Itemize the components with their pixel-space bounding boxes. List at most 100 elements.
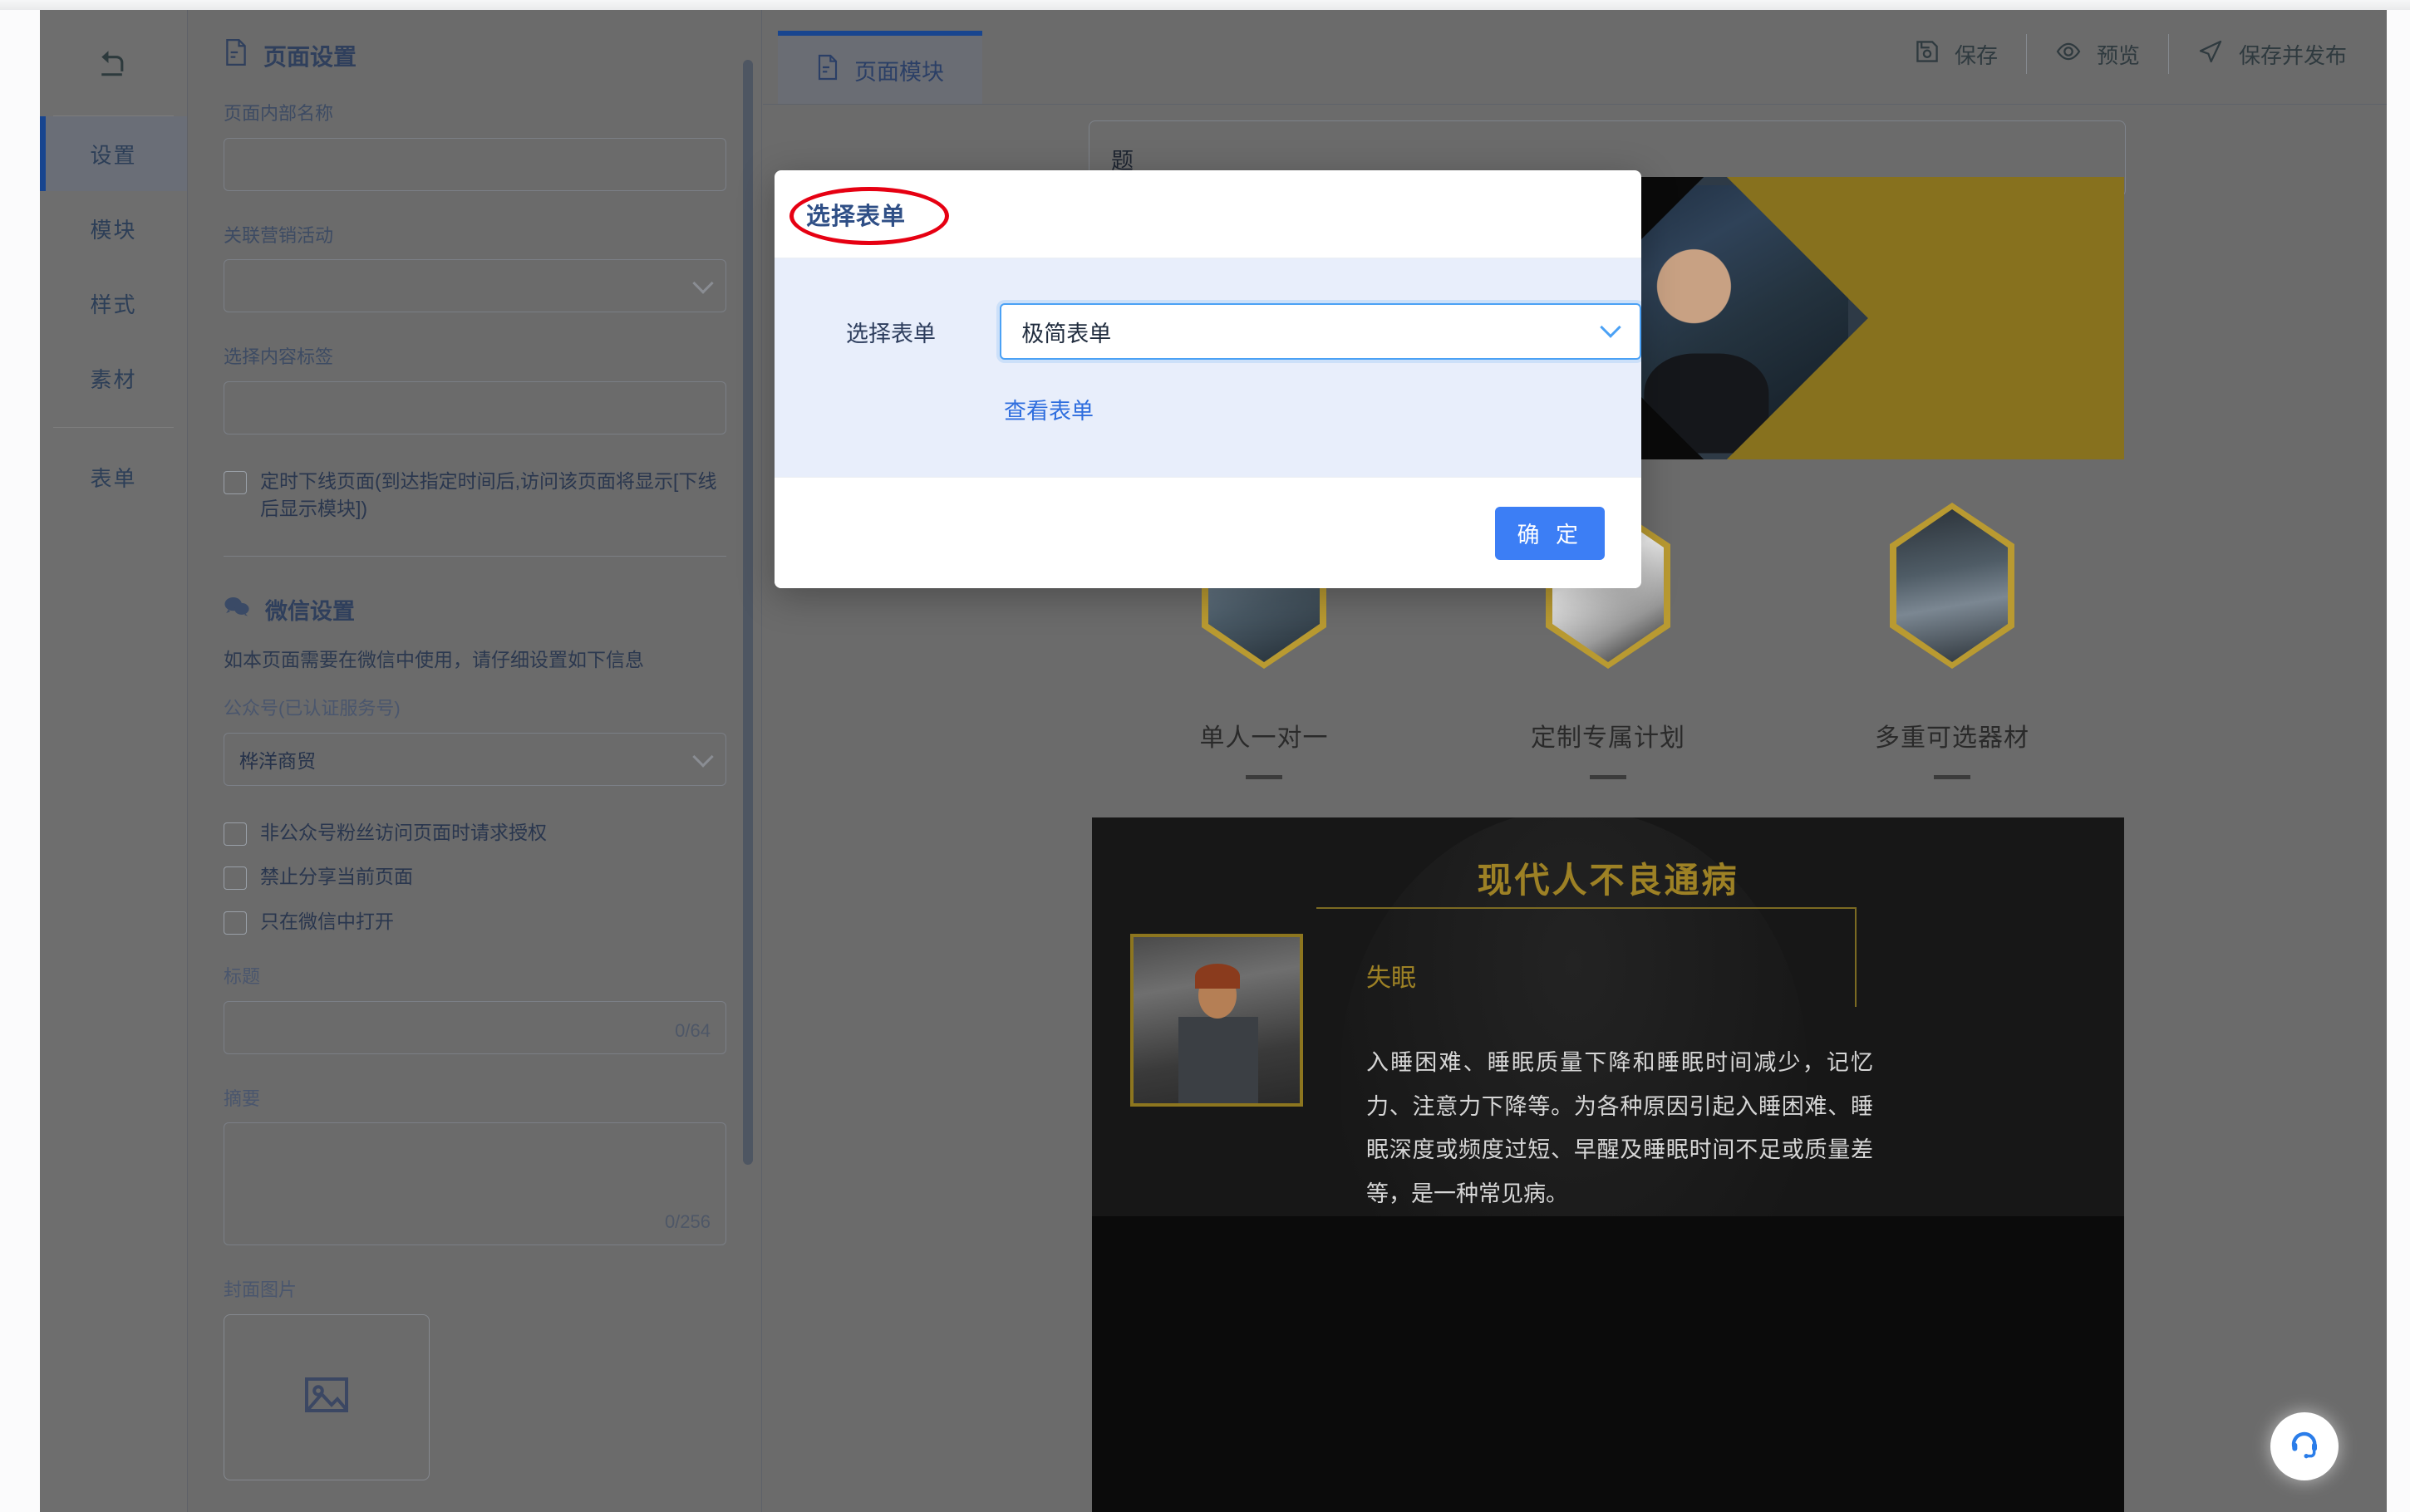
left-rail: 设置 模块 样式 素材 表单 [40, 10, 188, 1512]
content-tag-input[interactable] [224, 380, 726, 434]
share-title-counter: 0/64 [675, 1019, 711, 1041]
cover-image-uploader[interactable] [224, 1313, 430, 1480]
field-label: 标题 [224, 966, 261, 988]
save-button[interactable]: 保存 [1886, 28, 2026, 80]
share-summary-textarea[interactable]: 0/256 [224, 1122, 726, 1246]
sidebar-item-styles[interactable]: 样式 [40, 266, 187, 341]
sidebar-item-label: 样式 [90, 292, 137, 317]
wechat-account-value: 桦洋商贸 [239, 750, 316, 773]
headset-icon [2288, 1428, 2321, 1465]
field-label: 封面图片 [224, 1279, 298, 1301]
tab-page-modules[interactable]: 页面模块 [778, 31, 982, 104]
share-summary-counter: 0/256 [664, 1211, 711, 1233]
photo-hair [1195, 964, 1240, 989]
wechat-section-title: 微信设置 [224, 593, 726, 626]
sidebar-item-modules[interactable]: 模块 [40, 191, 187, 266]
panel-title-text: 页面设置 [263, 43, 357, 70]
feature-underline [1934, 775, 1970, 779]
toolbar-actions: 保存 预览 保存并发布 [1886, 28, 2375, 80]
field-label: 关联营销活动 [224, 224, 334, 246]
field-label: 摘要 [224, 1087, 261, 1109]
save-icon [1915, 39, 1940, 70]
field-label: 公众号(已认证服务号) [224, 698, 401, 719]
undo-button[interactable] [53, 10, 174, 116]
article-photo-1 [1130, 934, 1303, 1107]
checkbox-row-auth[interactable]: 非公众号粉丝访问页面时请求授权 [224, 819, 726, 847]
document-icon [816, 54, 839, 86]
checkbox-row-noshare[interactable]: 禁止分享当前页面 [224, 863, 726, 891]
sidebar-item-forms[interactable]: 表单 [40, 439, 187, 514]
wechat-icon [224, 595, 250, 624]
article-subheading-1: 失眠 [1366, 965, 1416, 992]
wechat-account-select[interactable]: 桦洋商贸 [224, 733, 726, 787]
article-section[interactable]: 现代人不良通病 失眠 入睡困难、睡眠质量下降和睡眠时间减少，记忆力、注意力下降等… [1092, 817, 2124, 1216]
right-gutter [2387, 10, 2410, 1512]
field-cover-image: 封面图片 [224, 1279, 726, 1480]
app-root: 设置 模块 样式 素材 表单 页面设置 页面内部名称 关联营销活动 选择内容标签… [0, 0, 2410, 1512]
publish-label: 保存并发布 [2238, 42, 2347, 68]
offline-checkbox[interactable] [224, 470, 247, 494]
chevron-down-icon [1600, 317, 1621, 338]
editor-toolbar: 页面模块 保存 预览 保存并发布 [763, 10, 2387, 105]
noshare-checkbox[interactable] [224, 866, 247, 891]
left-gutter [0, 10, 40, 1512]
dialog-body: 选择表单 极简表单 查看表单 [775, 258, 1641, 477]
send-icon [2197, 39, 2224, 70]
feature-underline [1246, 775, 1282, 779]
offline-checkbox-label: 定时下线页面(到达指定时间后,访问该页面将显示[下线后显示模块]) [260, 469, 717, 520]
image-placeholder-icon [303, 1374, 350, 1420]
field-content-tag: 选择内容标签 [224, 346, 726, 434]
article-heading: 现代人不良通病 [1477, 861, 1739, 900]
tab-label: 页面模块 [854, 59, 944, 85]
rail-divider [53, 427, 174, 428]
field-page-name: 页面内部名称 [224, 102, 726, 191]
confirm-button[interactable]: 确 定 [1495, 506, 1605, 560]
settings-scrollbar[interactable] [743, 60, 753, 1165]
eye-icon [2055, 41, 2082, 68]
campaign-select[interactable] [224, 259, 726, 313]
sidebar-item-label: 模块 [90, 217, 137, 243]
preview-label: 预览 [2096, 42, 2140, 68]
auth-checkbox[interactable] [224, 822, 247, 847]
preview-button[interactable]: 预览 [2027, 28, 2168, 80]
sidebar-item-label: 素材 [90, 366, 137, 392]
chevron-down-icon [692, 272, 714, 294]
view-form-link[interactable]: 查看表单 [1004, 393, 1641, 425]
section-divider [224, 556, 726, 557]
feature-label: 单人一对一 [1199, 724, 1329, 752]
undo-icon [97, 48, 130, 78]
wechat-section-text: 微信设置 [265, 599, 355, 625]
form-select-dropdown[interactable]: 极简表单 [1000, 303, 1641, 360]
chevron-down-icon [692, 746, 714, 768]
field-share-title: 标题 0/64 [224, 965, 726, 1054]
wechat-only-checkbox-label: 只在微信中打开 [260, 910, 394, 932]
document-icon [224, 38, 248, 72]
article-body-1: 入睡困难、睡眠质量下降和睡眠时间减少，记忆力、注意力下降等。为各种原因引起入睡困… [1366, 1050, 1873, 1206]
feature-image [1896, 509, 2008, 662]
share-title-input[interactable]: 0/64 [224, 1000, 726, 1054]
form-select-label: 选择表单 [846, 321, 936, 346]
feature-underline [1590, 775, 1626, 779]
page-name-input[interactable] [224, 137, 726, 191]
sidebar-item-materials[interactable]: 素材 [40, 341, 187, 415]
field-label: 页面内部名称 [224, 103, 334, 124]
dialog-title: 选择表单 [806, 203, 907, 230]
photo-body [1178, 1017, 1258, 1103]
dialog-header: 选择表单 [775, 170, 1641, 258]
form-select-value: 极简表单 [1021, 321, 1112, 346]
sidebar-item-label: 设置 [90, 142, 137, 168]
dialog-footer: 确 定 [775, 477, 1641, 588]
window-top-strip [0, 0, 2410, 10]
customer-service-button[interactable] [2270, 1412, 2339, 1480]
checkbox-row-wechat-only[interactable]: 只在微信中打开 [224, 908, 726, 935]
sidebar-item-label: 表单 [90, 465, 137, 491]
sidebar-item-settings[interactable]: 设置 [40, 116, 187, 191]
wechat-only-checkbox[interactable] [224, 911, 247, 935]
feature-label: 多重可选器材 [1875, 724, 2029, 752]
page-settings-title: 页面设置 [224, 38, 726, 72]
feature-item[interactable]: 多重可选器材 [1827, 503, 2077, 779]
save-label: 保存 [1954, 42, 1998, 68]
field-label: 选择内容标签 [224, 346, 334, 368]
checkbox-row-offline[interactable]: 定时下线页面(到达指定时间后,访问该页面将显示[下线后显示模块]) [224, 468, 726, 523]
save-and-publish-button[interactable]: 保存并发布 [2169, 28, 2375, 80]
